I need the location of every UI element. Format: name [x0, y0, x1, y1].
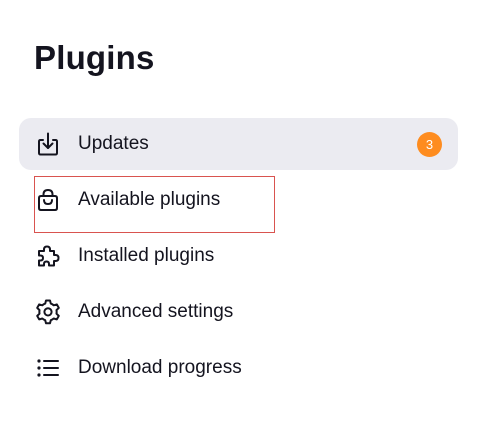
sidebar-item-advanced-settings[interactable]: Advanced settings [19, 286, 458, 338]
sidebar-item-available-plugins[interactable]: Available plugins [19, 174, 458, 226]
sidebar-item-label: Available plugins [78, 189, 221, 210]
sidebar-item-download-progress[interactable]: Download progress [19, 342, 458, 394]
sidebar-item-label: Updates [78, 133, 149, 154]
sidebar-item-installed-plugins[interactable]: Installed plugins [19, 230, 458, 282]
puzzle-piece-icon [35, 243, 61, 269]
sidebar-item-label: Installed plugins [78, 245, 215, 266]
sidebar-item-label: Advanced settings [78, 301, 234, 322]
gear-icon [35, 299, 61, 325]
shopping-bag-icon [35, 187, 61, 213]
list-icon [35, 355, 61, 381]
download-icon [35, 131, 61, 157]
page-title: Plugins [34, 39, 155, 76]
sidebar-item-updates[interactable]: Updates 3 [19, 118, 458, 170]
plugins-sidebar-nav: Updates 3 Available plugins Installed pl… [19, 118, 458, 398]
sidebar-item-label: Download progress [78, 357, 242, 378]
updates-count-badge: 3 [417, 132, 442, 157]
